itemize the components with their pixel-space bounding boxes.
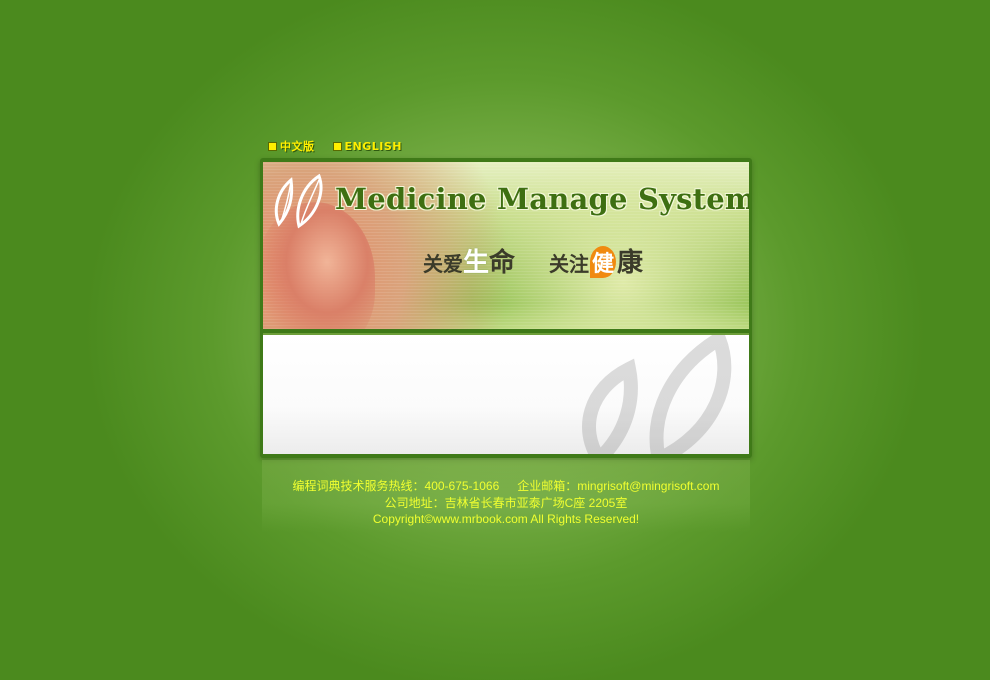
slogan-right-part1: 关注 [549,252,589,276]
footer-copyright: Copyright©www.mrbook.com All Rights Rese… [372,512,640,526]
lang-english-label: ENGLISH [344,139,402,153]
lang-chinese-label: 中文版 [280,140,315,153]
content-area [263,333,749,454]
slogan-focus-health: 关注 健 康 [549,242,643,279]
slogan-care-life: 关爱 生 命 [423,242,515,279]
square-bullet-icon [332,141,342,151]
footer-hotline: 编程词典技术服务热线：400-675-1066 [292,479,500,493]
footer: 编程词典技术服务热线：400-675-1066 企业邮箱：mingrisoft@m… [262,460,750,532]
leaf-watermark-icon [582,335,732,454]
leaf-logo-icon [274,173,323,229]
slogan-right-part2: 健 [590,246,617,278]
language-switcher: 中文版 ENGLISH [268,138,402,154]
footer-email: 企业邮箱：mingrisoft@mingrisoft.com [517,479,720,493]
slogan-left-part2: 生 [463,248,490,278]
footer-address: 公司地址：吉林省长春市亚泰广场C座 2205室 [384,495,628,510]
main-panel: Medicine Manage System 关爱 生 命 关注 健 康 [260,158,752,458]
system-title: Medicine Manage System [335,182,749,216]
slogan-right-part3: 康 [617,248,644,278]
lang-chinese-link[interactable]: 中文版 [268,138,315,154]
slogan-left-part3: 命 [489,248,516,278]
footer-contact-line: 编程词典技术服务热线：400-675-1066 企业邮箱：mingrisoft@m… [262,478,750,495]
slogan-left-part1: 关爱 [423,252,463,276]
header-banner: Medicine Manage System 关爱 生 命 关注 健 康 [263,162,749,329]
lang-english-link[interactable]: ENGLISH [332,139,402,153]
square-bullet-icon [268,141,277,151]
